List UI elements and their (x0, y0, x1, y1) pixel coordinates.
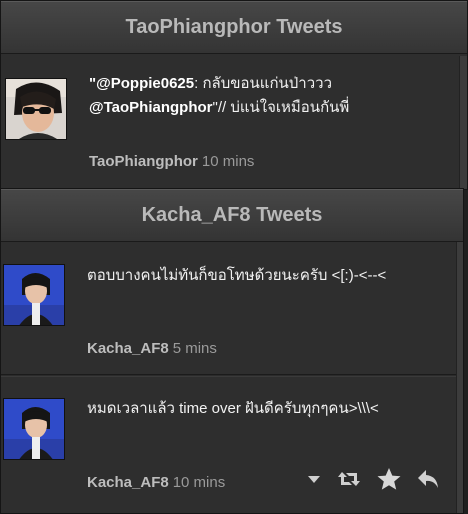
tweet-text: หมดเวลาแล้ว time over ฝันดีครับทุกๆคน>\\… (87, 400, 379, 417)
tweet-username[interactable]: TaoPhiangphor (89, 153, 198, 170)
tweet-timestamp[interactable]: 5 mins (173, 340, 217, 357)
avatar[interactable] (3, 264, 65, 326)
tweet-username[interactable]: Kacha_AF8 (87, 474, 169, 491)
avatar-image (4, 265, 64, 325)
tweet-meta: TaoPhiangphor 10 mins (89, 153, 254, 170)
mention-link[interactable]: @TaoPhiangphor (89, 99, 213, 116)
panel-title: Kacha_AF8 Tweets (141, 203, 323, 226)
tweet-item[interactable]: ตอบบางคนไม่ทันก็ขอโทษด้วยนะครับ <[:)-<--… (1, 242, 463, 375)
tweet-username[interactable]: Kacha_AF8 (87, 340, 169, 357)
panel-title: TaoPhiangphor Tweets (125, 15, 343, 38)
retweet-icon[interactable] (336, 468, 362, 490)
tweet-text: "@Poppie0625: กลับขอนแก่นป่าววว @TaoPhia… (89, 72, 449, 120)
mention-link[interactable]: "@Poppie0625 (89, 75, 194, 92)
scrollbar[interactable] (456, 242, 463, 513)
star-icon[interactable] (376, 467, 402, 491)
avatar[interactable] (3, 398, 65, 460)
tweets-panel-taophiangphor: TaoPhiangphor Tweets "@Poppie0625: กลับข… (0, 0, 468, 190)
panel-header: Kacha_AF8 Tweets (1, 189, 463, 242)
reply-icon[interactable] (416, 468, 440, 490)
tweet-text: ตอบบางคนไม่ทันก็ขอโทษด้วยนะครับ <[:)-<--… (87, 267, 387, 284)
chevron-down-icon[interactable] (306, 471, 322, 487)
avatar[interactable] (5, 78, 67, 140)
panel-header: TaoPhiangphor Tweets (1, 1, 467, 54)
tweet-timestamp[interactable]: 10 mins (173, 474, 226, 491)
tweet-timestamp[interactable]: 10 mins (202, 153, 255, 170)
tweet-item[interactable]: "@Poppie0625: กลับขอนแก่นป่าววว @TaoPhia… (1, 54, 467, 189)
avatar-image (4, 399, 64, 459)
tweet-actions (306, 467, 440, 491)
scrollbar[interactable] (459, 56, 467, 189)
tweet-text-part: : กลับขอนแก่นป่าววว (194, 75, 332, 92)
tweet-text-part: "// บ่แน่ใจเหมือนกันพี่ (212, 99, 350, 116)
tweet-item[interactable]: หมดเวลาแล้ว time over ฝันดีครับทุกๆคน>\\… (1, 376, 463, 513)
tweet-meta: Kacha_AF8 5 mins (87, 340, 217, 357)
tweet-meta: Kacha_AF8 10 mins (87, 474, 225, 491)
avatar-image (6, 79, 66, 139)
tweets-panel-kacha: Kacha_AF8 Tweets ตอบบางคนไม่ทันก็ขอโทษด้… (0, 188, 464, 514)
